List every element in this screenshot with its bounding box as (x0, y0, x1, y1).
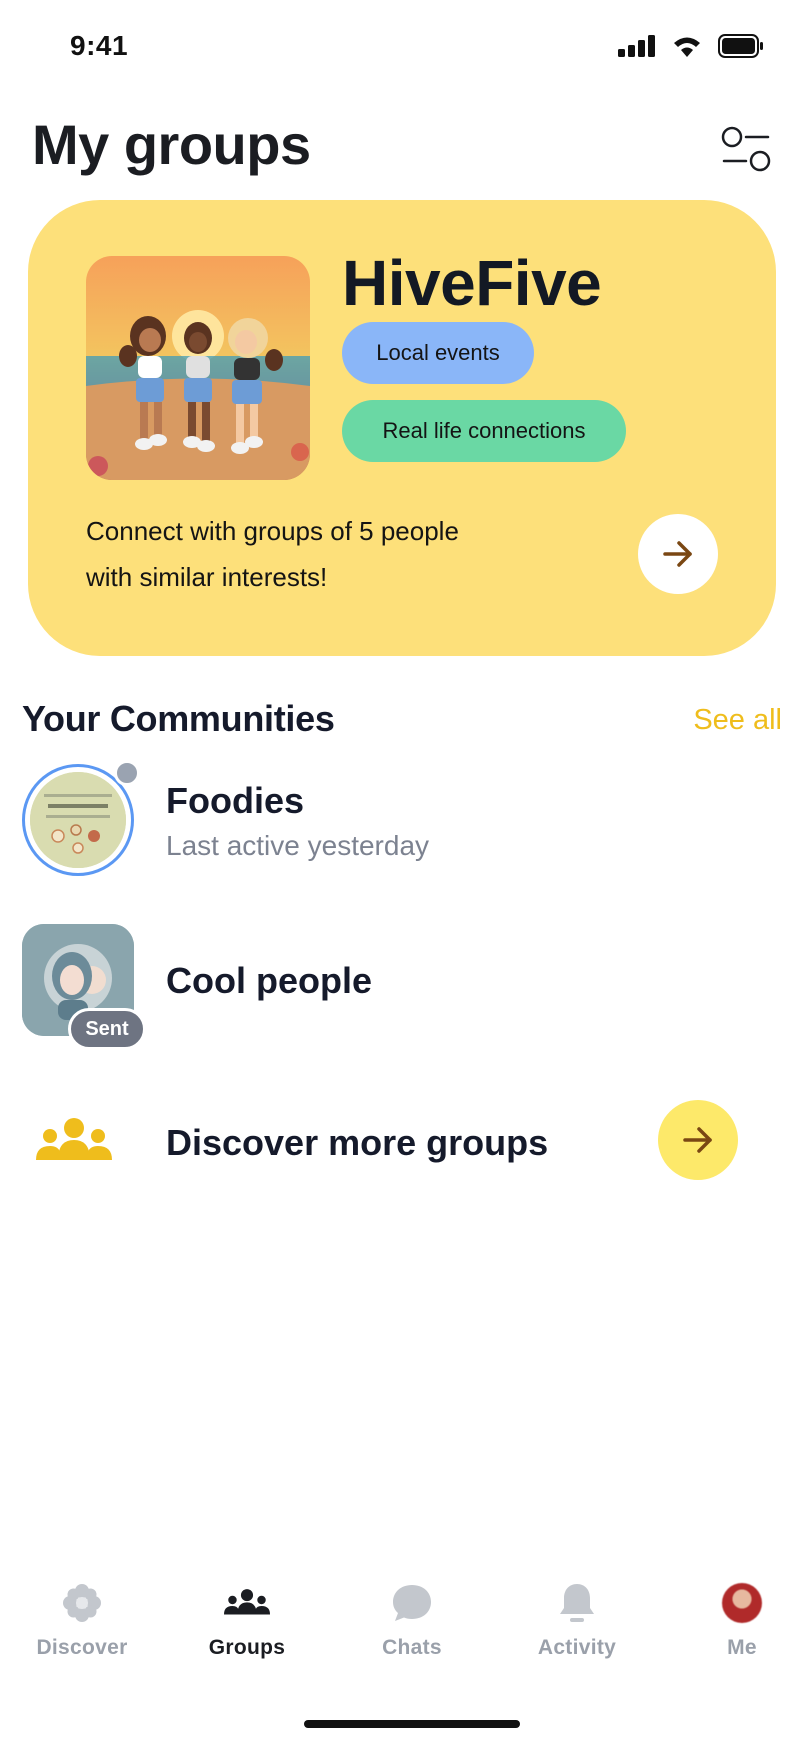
bell-icon (554, 1580, 600, 1626)
wifi-icon (674, 37, 700, 57)
hivefive-illustration (86, 256, 310, 480)
arrow-right-icon (683, 1127, 712, 1153)
tag-local-events: Local events (342, 322, 534, 384)
see-all-link[interactable]: See all (693, 704, 782, 737)
flower-icon (59, 1580, 105, 1626)
people-icon (224, 1580, 270, 1626)
tab-label: Chats (382, 1636, 442, 1659)
people-group-icon (36, 1118, 112, 1160)
community-name: Foodies (166, 780, 305, 821)
tab-label: Discover (36, 1636, 128, 1659)
signal-icon (618, 35, 655, 57)
tab-groups[interactable]: Groups (182, 1580, 312, 1660)
home-indicator (304, 1720, 520, 1728)
promo-description: Connect with groups of 5 people with sim… (86, 516, 459, 592)
promo-arrow-button[interactable] (638, 514, 718, 594)
tag-real-life-connections: Real life connections (342, 400, 626, 462)
bottom-tab-bar: Discover Groups Chats Activity Me (0, 1580, 804, 1690)
community-name: Cool people (166, 960, 372, 1001)
chat-bubble-icon (389, 1580, 435, 1626)
tab-label: Me (727, 1636, 757, 1659)
tab-label: Activity (537, 1636, 617, 1659)
communities-title: Your Communities (22, 698, 335, 739)
sent-badge: Sent (68, 1008, 146, 1050)
hivefive-promo-card[interactable]: HiveFive Local events Real life connecti… (28, 200, 776, 656)
status-time: 9:41 (70, 30, 129, 61)
community-last-active: Last active yesterday (166, 830, 430, 861)
presence-dot (114, 760, 140, 786)
battery-icon (718, 34, 763, 58)
profile-avatar (719, 1580, 765, 1626)
discover-more-groups-label: Discover more groups (166, 1122, 549, 1163)
filter-icon (721, 126, 771, 172)
tab-activity[interactable]: Activity (512, 1580, 642, 1660)
tab-label: Groups (208, 1636, 286, 1659)
filter-button[interactable] (718, 122, 774, 178)
tab-discover[interactable]: Discover (17, 1580, 147, 1660)
promo-title: HiveFive (342, 247, 602, 319)
tab-me[interactable]: Me (677, 1580, 804, 1660)
status-bar: 9:41 (0, 0, 804, 96)
discover-arrow-button[interactable] (658, 1100, 738, 1180)
page-title: My groups (32, 113, 311, 176)
arrow-right-icon (663, 541, 692, 567)
tab-chats[interactable]: Chats (347, 1580, 477, 1660)
status-icons (618, 34, 764, 58)
